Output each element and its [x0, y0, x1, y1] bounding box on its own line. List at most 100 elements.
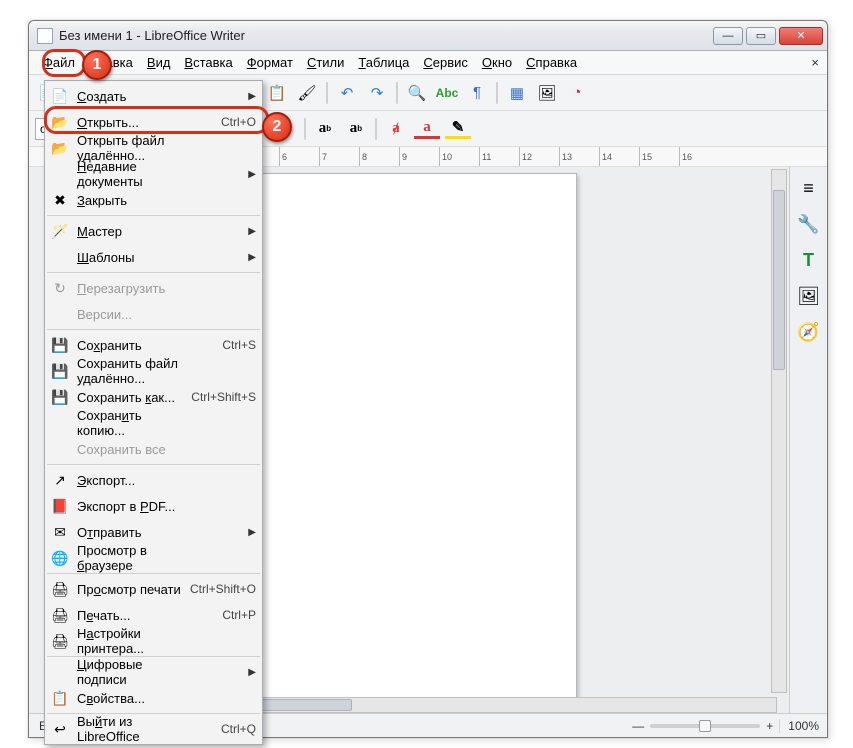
menu-вставка[interactable]: Вставка — [178, 53, 238, 72]
scroll-thumb[interactable] — [773, 190, 785, 370]
highlight-button[interactable]: ✎ — [445, 119, 471, 139]
menu-item-icon: 🖨 — [51, 580, 69, 598]
paste-icon[interactable]: 📋 — [265, 81, 289, 105]
submenu-arrow-icon: ▶ — [248, 667, 256, 678]
menu-item[interactable]: ↩ Выйти из LibreOffice Ctrl+Q — [45, 716, 262, 742]
formatting-marks-icon[interactable]: ¶ — [465, 81, 489, 105]
menu-item-shortcut: Ctrl+P — [190, 608, 256, 622]
menu-item-label: Перезагрузить — [77, 281, 182, 296]
close-doc-icon[interactable]: × — [811, 55, 819, 70]
gallery-icon[interactable]: 🖼 — [796, 283, 822, 309]
ruler-tick: 7 — [319, 147, 359, 166]
spellcheck-icon[interactable]: Abc — [435, 81, 459, 105]
menu-вид[interactable]: Вид — [141, 53, 177, 72]
menu-separator — [47, 573, 260, 574]
menu-item-icon: 📕 — [51, 497, 69, 515]
menu-item[interactable]: 🖨Настройки принтера... — [45, 628, 262, 654]
menu-item[interactable]: 🪄Мастер▶ — [45, 218, 262, 244]
menu-item[interactable]: ↗Экспорт... — [45, 467, 262, 493]
ruler-tick: 14 — [599, 147, 639, 166]
menu-item[interactable]: 📕Экспорт в PDF... — [45, 493, 262, 519]
menu-item[interactable]: 📋Свойства... — [45, 685, 262, 711]
navigator-icon[interactable]: 🧭 — [796, 319, 822, 345]
maximize-button[interactable]: ▭ — [746, 27, 776, 45]
menu-item[interactable]: Шаблоны▶ — [45, 244, 262, 270]
menu-item-label: Недавние документы — [77, 159, 166, 189]
menu-item-label: Настройки принтера... — [77, 626, 182, 656]
menu-item[interactable]: 🖨Печать...Ctrl+P — [45, 602, 262, 628]
menu-separator — [47, 329, 260, 330]
menu-item-shortcut: Ctrl+S — [190, 338, 256, 352]
menu-item-label: Версии... — [77, 307, 182, 322]
annotation-ring-1 — [42, 49, 86, 77]
styles-icon[interactable]: T — [796, 247, 822, 273]
separator — [326, 82, 328, 104]
menu-item: Сохранить все — [45, 436, 262, 462]
zoom-slider[interactable] — [650, 724, 760, 728]
chart-icon[interactable]: ◔ — [565, 81, 589, 105]
menu-окно[interactable]: Окно — [476, 53, 518, 72]
menu-item[interactable]: 🌐Просмотр в браузере — [45, 545, 262, 571]
superscript-button[interactable]: ab — [312, 117, 338, 141]
menu-item-shortcut: Ctrl+Shift+S — [190, 390, 256, 404]
clear-format-button[interactable]: ⱥ — [383, 117, 409, 141]
minimize-button[interactable]: — — [713, 27, 743, 45]
menu-item-icon: ✉ — [51, 523, 69, 541]
submenu-arrow-icon: ▶ — [248, 226, 256, 237]
vertical-scrollbar[interactable] — [771, 169, 787, 693]
zoom-value[interactable]: 100% — [779, 719, 819, 733]
image-icon[interactable]: 🖼 — [535, 81, 559, 105]
menu-таблица[interactable]: Таблица — [352, 53, 415, 72]
subscript-button[interactable]: ab — [343, 117, 369, 141]
close-button[interactable]: ✕ — [779, 27, 823, 45]
menu-item[interactable]: ✉Отправить▶ — [45, 519, 262, 545]
menu-item[interactable]: ✖Закрыть — [45, 187, 262, 213]
menu-item[interactable]: 💾Сохранить как...Ctrl+Shift+S — [45, 384, 262, 410]
find-icon[interactable]: 🔍 — [405, 81, 429, 105]
menu-item-icon — [51, 165, 69, 183]
submenu-arrow-icon: ▶ — [248, 252, 256, 263]
zoom-control[interactable]: — + 100% — [624, 719, 827, 733]
menu-item[interactable]: Недавние документы▶ — [45, 161, 262, 187]
menu-item-label: Экспорт... — [77, 473, 182, 488]
zoom-out-icon[interactable]: — — [632, 719, 644, 733]
menu-separator — [47, 464, 260, 465]
menu-стили[interactable]: Стили — [301, 53, 350, 72]
redo-icon[interactable]: ↷ — [365, 81, 389, 105]
file-menu-dropdown: 📄Создать▶📂Открыть...Ctrl+O📂Открыть файл … — [44, 80, 263, 745]
sidebar-menu-icon[interactable]: ≡ — [796, 175, 822, 201]
menu-item-shortcut: Ctrl+Q — [190, 722, 256, 736]
annotation-ring-2 — [44, 106, 269, 134]
callout-badge-2: 2 — [262, 112, 292, 142]
app-icon — [37, 28, 53, 44]
menu-item[interactable]: 💾СохранитьCtrl+S — [45, 332, 262, 358]
menu-item-label: Выйти из LibreOffice — [77, 714, 182, 744]
menu-item[interactable]: Сохранить копию... — [45, 410, 262, 436]
menu-item[interactable]: 💾Сохранить файл удалённо... — [45, 358, 262, 384]
separator — [304, 118, 306, 140]
properties-icon[interactable]: 🔧 — [796, 211, 822, 237]
menu-item-icon: ↻ — [51, 279, 69, 297]
menu-формат[interactable]: Формат — [241, 53, 299, 72]
menu-справка[interactable]: Справка — [520, 53, 583, 72]
table-icon[interactable]: ▦ — [505, 81, 529, 105]
menu-item-label: Сохранить все — [77, 442, 182, 457]
menu-item-icon: ↩ — [51, 720, 69, 738]
menu-item: ↻ Перезагрузить — [45, 275, 262, 301]
menu-item-label: Просмотр печати — [77, 582, 182, 597]
separator — [375, 118, 377, 140]
separator — [496, 82, 498, 104]
format-paint-icon[interactable]: 🖌 — [295, 81, 319, 105]
font-color-button[interactable]: a — [414, 119, 440, 139]
menu-item-label: Сохранить файл удалённо... — [77, 356, 182, 386]
zoom-in-icon[interactable]: + — [766, 719, 773, 733]
menu-сервис[interactable]: Сервис — [417, 53, 474, 72]
undo-icon[interactable]: ↶ — [335, 81, 359, 105]
menu-item[interactable]: Цифровые подписи▶ — [45, 659, 262, 685]
menu-item[interactable]: 🖨Просмотр печатиCtrl+Shift+O — [45, 576, 262, 602]
menu-item[interactable]: 📂Открыть файл удалённо... — [45, 135, 262, 161]
menu-separator — [47, 272, 260, 273]
submenu-arrow-icon: ▶ — [248, 527, 256, 538]
zoom-handle[interactable] — [699, 720, 711, 732]
titlebar[interactable]: Без имени 1 - LibreOffice Writer — ▭ ✕ — [29, 21, 827, 51]
